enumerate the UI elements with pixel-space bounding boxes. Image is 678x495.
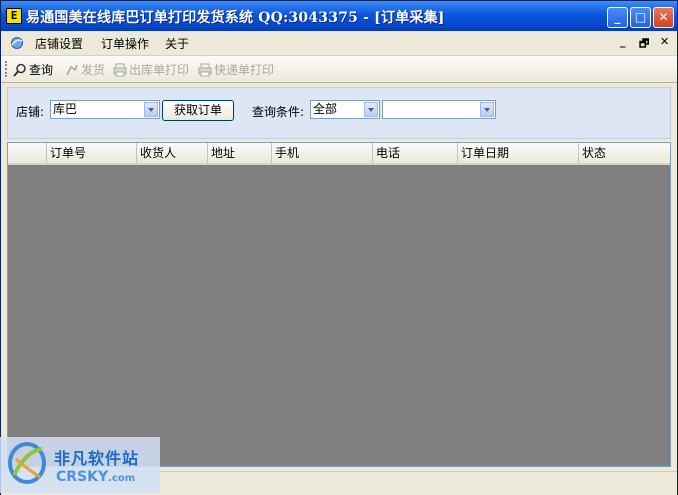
watermark-logo-icon (8, 442, 46, 484)
orders-grid[interactable]: 订单号 收货人 地址 手机 电话 订单日期 状态 (7, 142, 671, 467)
search-icon (13, 63, 26, 77)
watermark-brand: CRSKY (56, 469, 109, 485)
print-outbound-button[interactable]: 出库单打印 (113, 61, 189, 78)
close-button[interactable]: ✕ (653, 7, 674, 28)
mdi-close-button[interactable]: ✕ (660, 35, 669, 48)
fetch-orders-button[interactable]: 获取订单 (162, 100, 234, 121)
window-title: 易通国美在线库巴订单打印发货系统 QQ:3043375 - [订单采集] (26, 10, 445, 26)
column-order-number[interactable]: 订单号 (46, 143, 136, 163)
search-panel: 店铺: 库巴 获取订单 查询条件: 全部 (7, 87, 671, 139)
row-header-column[interactable] (8, 143, 46, 163)
watermark: 非凡软件站 CRSKY.com (0, 437, 160, 493)
store-label: 店铺: (16, 105, 45, 119)
app-icon[interactable]: E (6, 8, 22, 24)
condition-label: 查询条件: (252, 105, 305, 119)
condition-value-select[interactable] (382, 100, 496, 119)
minimize-button[interactable]: _ (607, 7, 628, 28)
toolbar-grip[interactable] (5, 61, 9, 77)
print-outbound-label: 出库单打印 (129, 63, 190, 77)
store-select[interactable]: 库巴 (50, 100, 160, 119)
menu-order-operations[interactable]: 订单操作 (101, 35, 149, 52)
chevron-down-icon[interactable] (364, 102, 378, 117)
watermark-text-cn: 非凡软件站 (54, 449, 140, 468)
print-express-label: 快递单打印 (214, 63, 275, 77)
chevron-down-icon[interactable] (144, 102, 158, 117)
ship-icon (66, 64, 78, 75)
printer-icon (198, 63, 212, 76)
column-mobile[interactable]: 手机 (271, 143, 372, 163)
column-order-date[interactable]: 订单日期 (457, 143, 578, 163)
watermark-suffix: .com (108, 473, 136, 484)
query-label: 查询 (29, 63, 54, 77)
app-menu-icon[interactable] (9, 36, 25, 50)
condition-select-value: 全部 (313, 102, 338, 116)
menu-about[interactable]: 关于 (165, 35, 189, 52)
grid-header: 订单号 收货人 地址 手机 电话 订单日期 状态 (8, 143, 670, 165)
menu-bar: 店铺设置 订单操作 关于 _ 🗗 ✕ (1, 31, 677, 56)
column-phone[interactable]: 电话 (372, 143, 457, 163)
ship-label: 发货 (81, 63, 106, 77)
mdi-restore-button[interactable]: 🗗 (639, 35, 649, 54)
column-status[interactable]: 状态 (578, 143, 670, 163)
query-button[interactable]: 查询 (13, 61, 53, 78)
toolbar: 查询 发货 出库单打印 快递单打印 (1, 56, 677, 83)
print-express-button[interactable]: 快递单打印 (198, 61, 274, 78)
chevron-down-icon[interactable] (480, 102, 494, 117)
column-consignee[interactable]: 收货人 (136, 143, 207, 163)
mdi-minimize-button[interactable]: _ (620, 35, 626, 48)
app-window: E 易通国美在线库巴订单打印发货系统 QQ:3043375 - [订单采集] _… (0, 0, 678, 495)
column-address[interactable]: 地址 (207, 143, 271, 163)
watermark-text-en: CRSKY.com (56, 469, 135, 485)
printer-icon (113, 63, 127, 76)
condition-select[interactable]: 全部 (310, 100, 380, 119)
store-select-value: 库巴 (53, 102, 78, 116)
menu-store-settings[interactable]: 店铺设置 (35, 35, 83, 52)
ship-button[interactable]: 发货 (65, 61, 105, 78)
title-bar[interactable]: E 易通国美在线库巴订单打印发货系统 QQ:3043375 - [订单采集] _… (1, 1, 677, 31)
maximize-button[interactable]: □ (630, 7, 651, 28)
